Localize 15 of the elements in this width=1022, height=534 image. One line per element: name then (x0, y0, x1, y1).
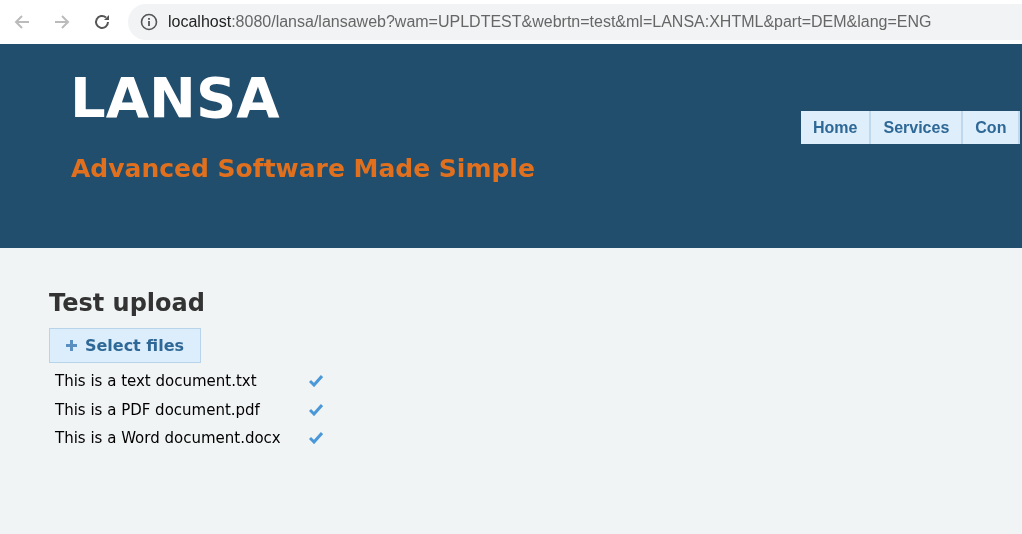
file-name: This is a Word document.docx (55, 428, 282, 449)
logo-text: LANSA (70, 70, 280, 126)
url-text: localhost:8080/lansa/lansaweb?wam=UPLDTEST&webrtn=test&ml=LANSA:XHTML&part=DEM&lang=ENG (168, 12, 932, 32)
file-name: This is a PDF document.pdf (55, 399, 261, 421)
plus-icon (65, 340, 77, 351)
tagline: Advanced Software Made Simple (71, 156, 535, 181)
page-heading: Test upload (49, 288, 206, 318)
nav-link[interactable]: Home (801, 111, 872, 144)
nav-link[interactable]: Services (871, 111, 964, 144)
select-files-button[interactable]: Select files (49, 328, 201, 363)
address-bar[interactable]: localhost:8080/lansa/lansaweb?wam=UPLDTEST&webrtn=test&ml=LANSA:XHTML&part=DEM&lang=ENG (128, 4, 1022, 40)
nav-link[interactable]: Con (963, 111, 1021, 144)
info-icon[interactable] (140, 13, 158, 31)
file-name: This is a text document.txt (55, 371, 258, 392)
reload-icon[interactable] (92, 12, 112, 32)
